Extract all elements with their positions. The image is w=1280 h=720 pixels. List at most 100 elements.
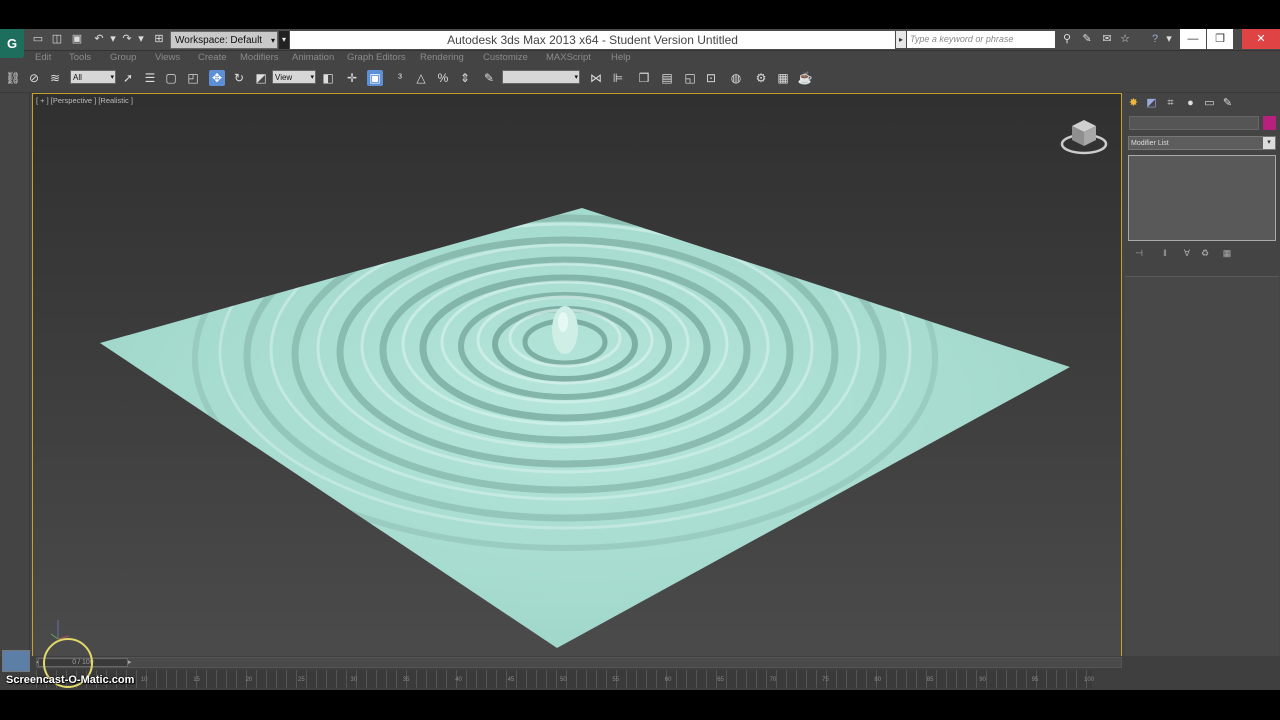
unlink-icon[interactable]: ⊘ (26, 70, 42, 86)
track-bar-tick-label: 15 (193, 677, 200, 683)
modifier-list-dropdown[interactable]: Modifier List ▾ (1128, 136, 1276, 150)
align-icon[interactable]: ⊫ (610, 70, 626, 86)
rippled-plane-mesh[interactable] (33, 94, 1122, 685)
modify-tab-icon[interactable]: ◩ (1144, 96, 1159, 111)
track-bar-tick-label: 35 (402, 677, 410, 683)
search-input[interactable]: Type a keyword or phrase (907, 31, 1055, 48)
display-tab-icon[interactable]: ▭ (1202, 96, 1217, 111)
curve-editor-icon[interactable]: ◱ (682, 70, 698, 86)
next-frame-icon[interactable]: ▸ (128, 658, 132, 666)
plane-surface (100, 208, 1070, 648)
minimize-button[interactable]: — (1180, 29, 1206, 49)
track-bar-tick-label: 45 (507, 677, 515, 683)
render-setup-icon[interactable]: ⚙ (753, 70, 769, 86)
maxscript-mini-listener[interactable] (2, 650, 30, 672)
snaps-toggle-icon[interactable]: ³ (392, 70, 408, 86)
select-and-rotate-icon[interactable]: ↻ (231, 70, 247, 86)
reference-coordinate-value: View (275, 73, 293, 82)
binoculars-icon[interactable]: ⚲ (1060, 32, 1074, 46)
menu-animation[interactable]: Animation (292, 51, 334, 64)
app-logo-button[interactable]: G (0, 29, 24, 58)
menu-maxscript[interactable]: MAXScript (546, 51, 591, 64)
pivot-center-icon[interactable]: ◧ (320, 70, 336, 86)
bind-space-warp-icon[interactable]: ≋ (47, 70, 63, 86)
select-object-icon[interactable]: ➚ (120, 70, 136, 86)
named-selection-dropdown[interactable]: ▾ (502, 70, 580, 84)
redo-icon[interactable]: ↷ (120, 32, 134, 46)
menu-group[interactable]: Group (110, 51, 136, 64)
communication-icon[interactable]: ✉ (1100, 32, 1114, 46)
maximize-button[interactable]: ❐ (1207, 29, 1233, 49)
edit-named-selection-icon[interactable]: ✎ (481, 70, 497, 86)
help-icon[interactable]: ? (1148, 32, 1162, 46)
project-folder-icon[interactable]: ⊞ (152, 32, 166, 46)
menu-graph-editors[interactable]: Graph Editors (347, 51, 406, 64)
object-color-swatch[interactable] (1263, 116, 1276, 130)
track-bar-tick-label: 50 (560, 677, 567, 683)
motion-tab-icon[interactable]: ● (1183, 96, 1198, 111)
menu-views[interactable]: Views (155, 51, 180, 64)
favorites-icon[interactable]: ☆ (1118, 32, 1132, 46)
menu-tools[interactable]: Tools (69, 51, 91, 64)
menu-modifiers[interactable]: Modifiers (240, 51, 279, 64)
remove-modifier-icon[interactable]: ♻ (1198, 247, 1212, 259)
track-bar-tick-label: 40 (455, 677, 462, 683)
select-and-link-icon[interactable]: ⛓ (5, 70, 21, 86)
reference-coordinate-dropdown[interactable]: View ▾ (272, 70, 316, 84)
pin-stack-icon[interactable]: ⊣ (1132, 247, 1146, 259)
search-expand-icon[interactable]: ▸ (896, 31, 906, 48)
time-slider-track[interactable] (36, 657, 1122, 668)
close-button[interactable]: ✕ (1242, 29, 1280, 49)
angle-snap-icon[interactable]: △ (413, 70, 429, 86)
track-bar-tick-label: 65 (717, 677, 724, 683)
rectangular-selection-icon[interactable]: ▢ (163, 70, 179, 86)
workspace-dropdown[interactable]: Workspace: Default ▾ (170, 31, 278, 49)
title-bar: ▭ ◫ ▣ ↶ ▾ ↷ ▾ ⊞ Workspace: Default ▾ ▾ A… (0, 29, 1280, 51)
menu-create[interactable]: Create (198, 51, 227, 64)
show-end-result-icon[interactable]: ‖ (1158, 247, 1172, 259)
modifier-stack[interactable] (1128, 155, 1276, 241)
perspective-viewport[interactable]: [ + ] [Perspective ] [Realistic ] (32, 93, 1122, 685)
percent-snap-icon[interactable]: % (435, 70, 451, 86)
graphite-ribbon-icon[interactable]: ▤ (659, 70, 675, 86)
keyboard-shortcut-override-icon[interactable]: ▣ (367, 70, 383, 86)
undo-dropdown-icon[interactable]: ▾ (106, 32, 120, 46)
utilities-tab-icon[interactable]: ✎ (1220, 96, 1235, 111)
open-file-icon[interactable]: ◫ (50, 32, 64, 46)
menu-edit[interactable]: Edit (35, 51, 51, 64)
save-file-icon[interactable]: ▣ (70, 32, 84, 46)
window-title: Autodesk 3ds Max 2013 x64 - Student Vers… (447, 33, 738, 47)
redo-dropdown-icon[interactable]: ▾ (134, 32, 148, 46)
undo-icon[interactable]: ↶ (92, 32, 106, 46)
menu-customize[interactable]: Customize (483, 51, 528, 64)
layer-manager-icon[interactable]: ❒ (636, 70, 652, 86)
material-editor-icon[interactable]: ◍ (728, 70, 744, 86)
select-by-name-icon[interactable]: ☰ (142, 70, 158, 86)
help-dropdown-icon[interactable]: ▾ (1162, 32, 1176, 46)
quick-access-arrow-icon[interactable]: ▾ (279, 31, 289, 49)
window-crossing-icon[interactable]: ◰ (185, 70, 201, 86)
left-panel: ▶ (0, 93, 30, 690)
select-and-manipulate-icon[interactable]: ✛ (344, 70, 360, 86)
render-production-icon[interactable]: ☕ (797, 70, 813, 86)
chevron-down-icon: ▾ (110, 74, 114, 81)
object-name-field[interactable] (1129, 116, 1259, 130)
new-file-icon[interactable]: ▭ (31, 32, 45, 46)
subscription-icon[interactable]: ✎ (1080, 32, 1094, 46)
spinner-snap-icon[interactable]: ⇕ (457, 70, 473, 86)
hierarchy-tab-icon[interactable]: ⌗ (1163, 96, 1178, 111)
chevron-down-icon: ▾ (574, 74, 578, 81)
viewcube-icon[interactable] (1059, 114, 1109, 156)
mirror-icon[interactable]: ⋈ (588, 70, 604, 86)
make-unique-icon[interactable]: ∀ (1180, 247, 1194, 259)
menu-rendering[interactable]: Rendering (420, 51, 464, 64)
schematic-view-icon[interactable]: ⊡ (703, 70, 719, 86)
menu-help[interactable]: Help (611, 51, 631, 64)
select-and-move-icon[interactable]: ✥ (209, 70, 225, 86)
selection-filter-dropdown[interactable]: All ▾ (70, 70, 116, 84)
configure-modifier-sets-icon[interactable]: ▦ (1220, 247, 1234, 259)
create-tab-icon[interactable]: ✸ (1126, 96, 1141, 111)
watermark-text: Screencast-O-Matic.com (6, 674, 135, 686)
select-and-scale-icon[interactable]: ◩ (253, 70, 269, 86)
rendered-frame-window-icon[interactable]: ▦ (775, 70, 791, 86)
